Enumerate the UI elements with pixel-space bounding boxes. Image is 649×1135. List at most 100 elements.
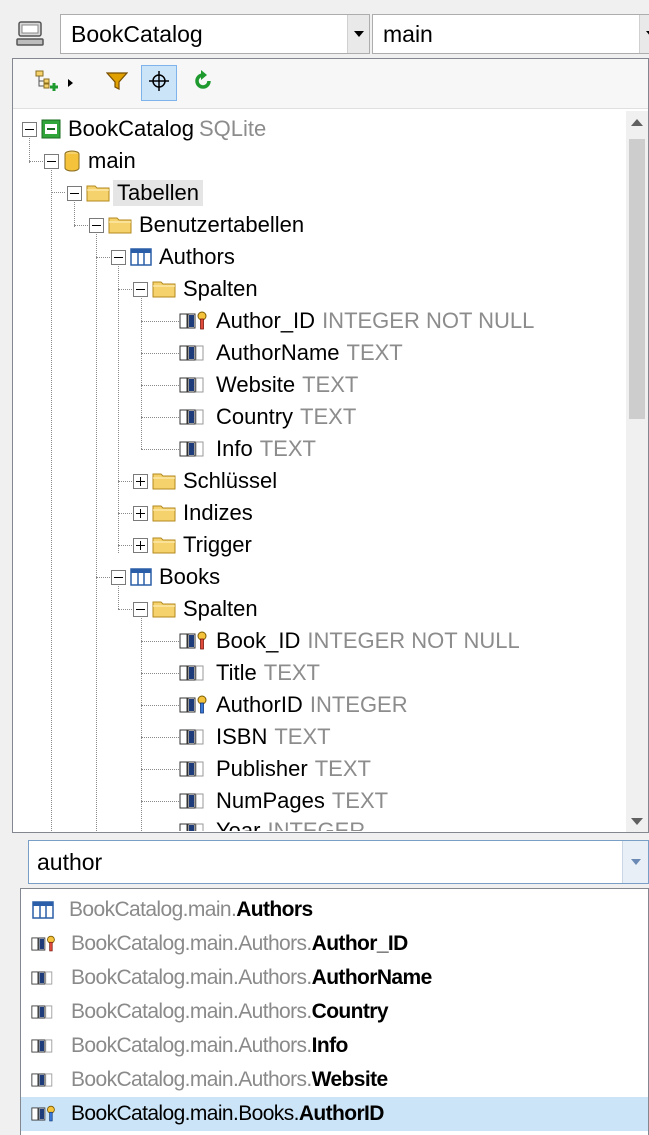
column-name: Author_ID: [216, 308, 316, 333]
chevron-down-icon[interactable]: [639, 15, 649, 53]
database-explorer: BookCatalog main BookCatalog SQLite main…: [0, 0, 649, 1135]
result-name: Website: [311, 1068, 389, 1091]
column-type: TEXT: [300, 404, 357, 429]
tree-node-authors-columns[interactable]: Spalten: [133, 273, 258, 305]
search-result-item[interactable]: BookCatalog.main.Authors. Website: [21, 1063, 648, 1097]
column-type: TEXT: [274, 724, 331, 749]
collapse-icon[interactable]: [67, 185, 82, 201]
collapse-icon[interactable]: [89, 217, 104, 233]
tree-node-table-authors[interactable]: Authors: [111, 241, 235, 273]
tree-node-column[interactable]: Website TEXT: [179, 369, 358, 401]
column-icon: [179, 820, 209, 831]
column-icon: [179, 374, 209, 396]
crosshair-icon: [148, 70, 170, 97]
tree-node-column[interactable]: Year INTEGER: [179, 815, 365, 831]
tree-node-user-tables[interactable]: Benutzertabellen: [89, 209, 304, 241]
search-result-item[interactable]: BookCatalog.main. Authors: [21, 893, 648, 927]
tree-toolbar: [13, 59, 648, 109]
tree-node-triggers[interactable]: Trigger: [133, 529, 252, 561]
folder-icon: [152, 600, 176, 618]
object-search-input[interactable]: [29, 841, 624, 883]
column-type: TEXT: [314, 756, 371, 781]
database-select[interactable]: BookCatalog: [60, 14, 370, 54]
schema-cylinder-icon: [63, 150, 81, 172]
table-icon: [31, 901, 55, 919]
collapse-icon[interactable]: [111, 569, 126, 585]
tables-folder-label: Tabellen: [113, 180, 203, 206]
collapse-icon[interactable]: [111, 249, 126, 265]
object-tree-panel: BookCatalog SQLite main Tabellen Benutze…: [12, 58, 649, 833]
result-name: Authors: [236, 898, 313, 921]
search-result-item[interactable]: BookCatalog.main.Authors. Author_ID: [21, 927, 648, 961]
columns-folder-label: Spalten: [183, 276, 258, 301]
chevron-down-icon[interactable]: [622, 841, 648, 883]
object-search-combo[interactable]: [28, 840, 649, 884]
collapse-icon[interactable]: [133, 281, 148, 297]
tree-node-column[interactable]: AuthorID INTEGER: [179, 689, 408, 721]
result-name: Info: [311, 1034, 349, 1057]
column-type: INTEGER: [267, 818, 366, 831]
column-icon: [179, 662, 209, 684]
search-result-item[interactable]: BookCatalog.main.Authors. Country: [21, 995, 648, 1029]
add-objects-button[interactable]: [29, 65, 65, 101]
column-name: Title: [216, 660, 257, 685]
search-result-item[interactable]: BookCatalog.main.Authors. AuthorName: [21, 961, 648, 995]
tree-node-column[interactable]: Country TEXT: [179, 401, 356, 433]
primary-key-column-icon: [179, 630, 209, 652]
tree-node-keys[interactable]: Schlüssel: [133, 465, 277, 497]
tree-node-column[interactable]: Book_ID INTEGER NOT NULL: [179, 625, 520, 657]
tree-scrollbar[interactable]: [626, 111, 648, 832]
locate-button[interactable]: [141, 65, 177, 101]
column-name: Country: [216, 404, 294, 429]
filter-button[interactable]: [99, 65, 135, 101]
tree-node-column[interactable]: NumPages TEXT: [179, 785, 388, 817]
column-name: AuthorID: [216, 692, 303, 717]
object-tree: BookCatalog SQLite main Tabellen Benutze…: [13, 111, 628, 831]
tree-node-column[interactable]: Author_ID INTEGER NOT NULL: [179, 305, 534, 337]
tree-node-column[interactable]: Publisher TEXT: [179, 753, 371, 785]
collapse-icon[interactable]: [44, 153, 59, 169]
result-name: AuthorID: [298, 1102, 385, 1125]
connection-label: BookCatalog: [68, 116, 194, 141]
scrollbar-thumb[interactable]: [629, 139, 645, 419]
sqlite-connection-icon: [41, 119, 61, 139]
tree-node-column[interactable]: AuthorName TEXT: [179, 337, 403, 369]
chevron-down-icon[interactable]: [347, 15, 369, 53]
foreign-key-column-icon: [31, 1103, 57, 1125]
column-icon: [179, 342, 209, 364]
expand-icon[interactable]: [133, 537, 148, 553]
collapse-icon[interactable]: [133, 601, 148, 617]
refresh-button[interactable]: [185, 65, 221, 101]
tree-node-schema[interactable]: main: [44, 145, 136, 177]
keys-folder-label: Schlüssel: [183, 468, 278, 493]
tree-node-column[interactable]: Info TEXT: [179, 433, 316, 465]
schema-label: main: [88, 148, 136, 173]
column-name: Book_ID: [216, 628, 301, 653]
schema-select[interactable]: main: [372, 14, 649, 54]
result-name: AuthorName: [311, 966, 433, 989]
result-name: Country: [311, 1000, 389, 1023]
folder-icon: [152, 536, 176, 554]
scroll-down-icon[interactable]: [626, 810, 648, 832]
expand-icon[interactable]: [133, 473, 148, 489]
search-result-item[interactable]: BookCatalog.main.Authors. Info: [21, 1029, 648, 1063]
tree-node-column[interactable]: ISBN TEXT: [179, 721, 331, 753]
tree-node-column[interactable]: Title TEXT: [179, 657, 320, 689]
tree-node-connection[interactable]: BookCatalog SQLite: [22, 113, 266, 145]
column-icon: [179, 726, 209, 748]
user-tables-label: Benutzertabellen: [139, 212, 305, 237]
tree-node-indexes[interactable]: Indizes: [133, 497, 253, 529]
collapse-icon[interactable]: [22, 121, 37, 137]
tree-node-books-columns[interactable]: Spalten: [133, 593, 258, 625]
scroll-up-icon[interactable]: [626, 111, 648, 133]
tree-node-tables[interactable]: Tabellen: [67, 177, 203, 209]
column-type: INTEGER NOT NULL: [322, 308, 535, 333]
folder-icon: [86, 184, 110, 202]
column-icon: [31, 1001, 57, 1023]
indexes-folder-label: Indizes: [183, 500, 253, 525]
tree-node-table-books[interactable]: Books: [111, 561, 220, 593]
column-name: AuthorName: [216, 340, 340, 365]
add-objects-dropdown[interactable]: [63, 65, 77, 101]
search-result-item-selected[interactable]: BookCatalog.main.Books. AuthorID: [21, 1097, 648, 1131]
expand-icon[interactable]: [133, 505, 148, 521]
